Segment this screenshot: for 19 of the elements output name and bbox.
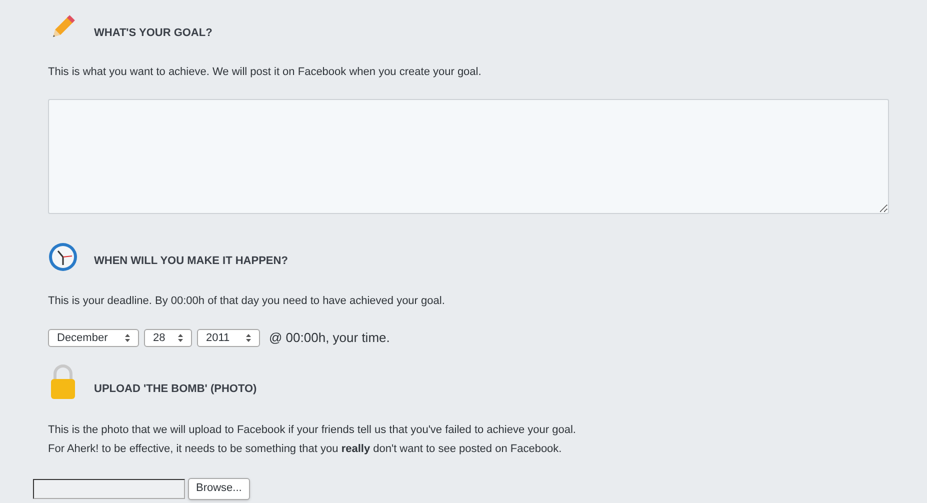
- padlock-icon: [49, 364, 77, 400]
- section-description: This is what you want to achieve. We will post it on Facebook when you create your goal.: [48, 65, 482, 80]
- section-heading: WHEN WILL YOU MAKE IT HAPPEN?: [94, 254, 288, 269]
- date-select[interactable]: 28: [144, 328, 192, 347]
- clock-icon: [48, 242, 78, 272]
- section-description: This is the photo that we will upload to Facebook if your friends tell us that you've failed to achieve your goal.: [48, 422, 577, 438]
- file-path-field[interactable]: [33, 478, 185, 498]
- browse-button[interactable]: Browse...: [188, 478, 250, 500]
- date-select[interactable]: 2011: [197, 328, 260, 347]
- date-select[interactable]: December: [48, 328, 139, 347]
- goal-input-field[interactable]: [48, 98, 889, 214]
- time-note: @ 00:00h, your time.: [269, 329, 390, 347]
- section-heading: UPLOAD 'THE BOMB' (PHOTO): [94, 382, 257, 397]
- section-description: This is your deadline. By 00:00h of that day you need to have achieved your goal.: [48, 294, 446, 308]
- updown-icon: [125, 334, 130, 342]
- section-heading: WHAT'S YOUR GOAL?: [94, 26, 212, 40]
- section-description: For Aherk! to be effective, it needs to be something that you really don't want to see posted on Facebook.: [48, 442, 563, 457]
- updown-icon: [246, 334, 251, 342]
- updown-icon: [178, 334, 183, 342]
